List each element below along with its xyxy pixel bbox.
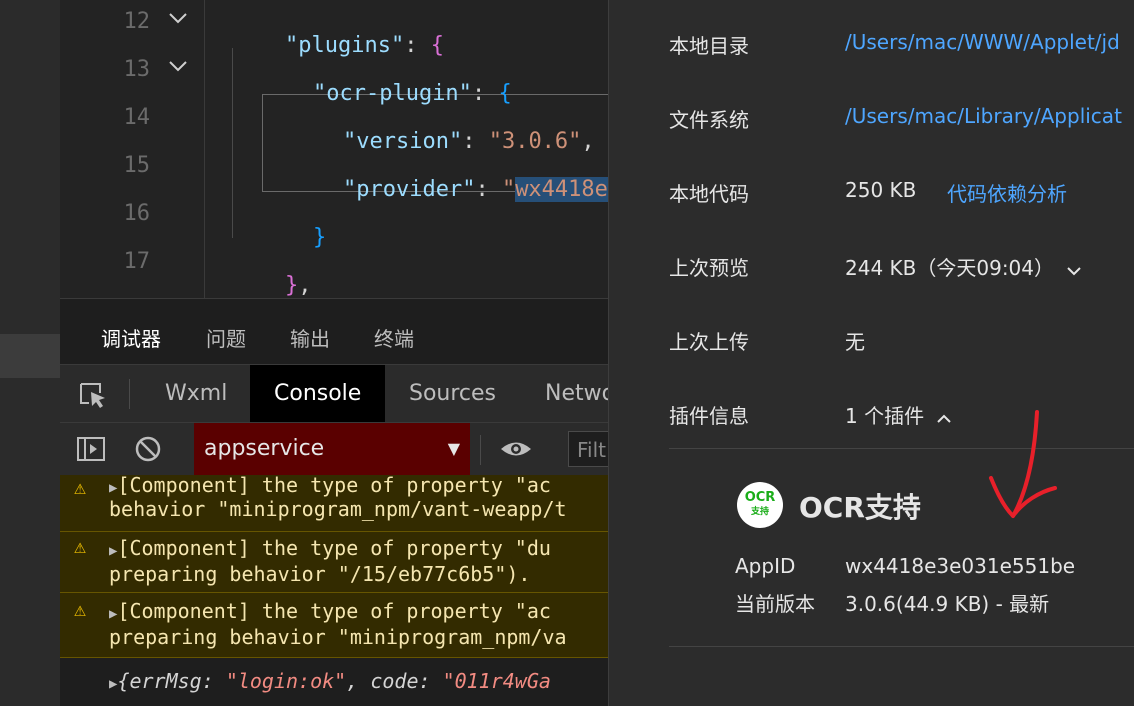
console-log[interactable]: ⚠ ▶[Component] the type of property "ac … <box>60 475 608 706</box>
plugin-info-toggle[interactable]: 1 个插件 <box>845 400 952 430</box>
clear-console-icon[interactable] <box>134 435 162 463</box>
tab-wxml[interactable]: Wxml <box>141 365 251 423</box>
object-key: , code: <box>346 669 443 693</box>
warning-text: behavior "miniprogram_npm/vant-weapp/t <box>109 497 567 521</box>
object-value: "011r4wGa <box>442 669 551 693</box>
detail-label: 上次预览 <box>669 256 749 280</box>
quote: " <box>501 177 516 202</box>
dropdown-triangle-icon: ▼ <box>447 439 460 458</box>
tab-output[interactable]: 输出 <box>290 323 330 352</box>
object-key: {errMsg: <box>117 669 226 693</box>
plugin-count-text: 1 个插件 <box>845 404 925 428</box>
warning-text: preparing behavior "/15/eb77c6b5"). <box>109 562 531 586</box>
brace: } <box>312 225 327 250</box>
project-details-panel: 本地目录 /Users/mac/WWW/Applet/jd 文件系统 /User… <box>608 0 1134 706</box>
code-line-17: }, <box>232 248 312 298</box>
colon: : <box>475 177 502 202</box>
colon: : <box>471 81 499 106</box>
code-dependency-analysis-link[interactable]: 代码依赖分析 <box>947 178 1067 207</box>
brace: { <box>430 33 444 58</box>
tab-terminal[interactable]: 终端 <box>374 323 414 352</box>
line-number: 13 <box>123 57 151 82</box>
local-directory-link[interactable]: /Users/mac/WWW/Applet/jd <box>845 30 1120 54</box>
local-code-size: 250 KB <box>845 178 917 202</box>
fold-chevron-icon[interactable] <box>168 10 188 30</box>
json-string: "3.0.6" <box>488 129 582 154</box>
code-editor[interactable]: 12 13 14 15 16 17 "plugins": { "ocr-plug… <box>60 0 608 298</box>
version-label: 当前版本 <box>735 592 815 616</box>
detail-label: 上次上传 <box>669 330 749 354</box>
line-number: 15 <box>123 153 151 178</box>
filter-placeholder: Filt <box>577 438 607 462</box>
colon: : <box>404 33 431 58</box>
detail-label: 文件系统 <box>669 108 749 132</box>
devtools-panel-tabs: Wxml Console Sources Netwo <box>60 364 615 423</box>
code-line-15: "provider": "wx4418e3e <box>290 152 608 227</box>
eye-icon[interactable] <box>498 435 534 463</box>
detail-label: 插件信息 <box>669 404 749 428</box>
appid-label: AppID <box>735 554 796 578</box>
line-number: 14 <box>123 105 151 130</box>
context-select-value: appservice <box>204 436 325 461</box>
console-warning-row[interactable]: ⚠ ▶[Component] the type of property "ac … <box>60 475 608 532</box>
warning-text: [Component] the type of property "du <box>117 536 551 560</box>
console-toolbar: appservice ▼ Filt <box>60 422 628 475</box>
warning-text: [Component] the type of property "ac <box>117 475 551 497</box>
warning-text: [Component] the type of property "ac <box>117 599 551 623</box>
last-upload-value: 无 <box>845 330 865 354</box>
toolbar-divider <box>129 379 130 409</box>
comma: , <box>581 129 595 154</box>
tab-sources[interactable]: Sources <box>385 365 520 423</box>
tab-problems[interactable]: 问题 <box>206 323 246 352</box>
activity-sidebar <box>0 0 60 706</box>
line-number: 12 <box>123 9 151 34</box>
logo-text: OCR <box>744 490 776 505</box>
warning-text: preparing behavior "miniprogram_npm/va <box>109 625 567 649</box>
chevron-up-icon[interactable] <box>936 406 952 430</box>
colon: : <box>462 129 489 154</box>
sidebar-toggle-icon[interactable] <box>76 435 106 463</box>
json-key: "provider" <box>342 177 476 202</box>
section-divider <box>669 646 1134 647</box>
tab-debugger[interactable]: 调试器 <box>99 323 163 368</box>
console-warning-row[interactable]: ⚠ ▶[Component] the type of property "ac … <box>60 593 608 658</box>
json-key: "ocr-plugin" <box>312 81 472 106</box>
warning-icon: ⚠ <box>74 475 87 499</box>
object-value: "login:ok" <box>225 669 347 693</box>
comma: , <box>298 273 312 298</box>
toolbar-divider <box>480 435 481 465</box>
last-preview-text: 244 KB（今天09:04） <box>845 256 1055 280</box>
context-select[interactable]: appservice ▼ <box>194 423 470 475</box>
plugin-version: 3.0.6(44.9 KB) - 最新 <box>845 592 1050 616</box>
ocr-plugin-logo: OCR 支持 <box>737 482 783 528</box>
detail-label: 本地代码 <box>669 182 749 206</box>
console-object-row[interactable]: ▶{errMsg: "login:ok", code: "011r4wGa <box>60 659 608 706</box>
last-preview-value[interactable]: 244 KB（今天09:04） <box>845 252 1082 282</box>
json-key: "version" <box>342 129 463 154</box>
debugger-tab-bar: 调试器 问题 输出 终端 <box>60 298 608 368</box>
line-number: 17 <box>123 249 151 274</box>
selected-provider-id: wx4418e3e <box>515 177 608 202</box>
brace: { <box>498 81 512 106</box>
indent-guide <box>204 0 205 298</box>
file-system-link[interactable]: /Users/mac/Library/Applicat <box>845 104 1122 128</box>
warning-icon: ⚠ <box>74 597 87 621</box>
sidebar-selected-item[interactable] <box>0 334 60 378</box>
tab-console[interactable]: Console <box>250 365 386 423</box>
logo-subtext: 支持 <box>750 507 769 517</box>
chevron-down-icon[interactable] <box>1066 258 1082 282</box>
plugin-name: OCR支持 <box>799 491 921 524</box>
warning-icon: ⚠ <box>74 534 87 558</box>
brace: } <box>284 273 299 298</box>
console-warning-row[interactable]: ⚠ ▶[Component] the type of property "du … <box>60 532 608 593</box>
inspect-element-icon[interactable] <box>78 381 108 409</box>
plugin-appid: wx4418e3e031e551be <box>845 554 1076 578</box>
detail-label: 本地目录 <box>669 34 749 58</box>
fold-chevron-icon[interactable] <box>168 58 188 78</box>
red-annotation-arrow-icon <box>989 410 1057 518</box>
line-number: 16 <box>123 201 151 226</box>
json-key: "plugins" <box>284 33 405 58</box>
